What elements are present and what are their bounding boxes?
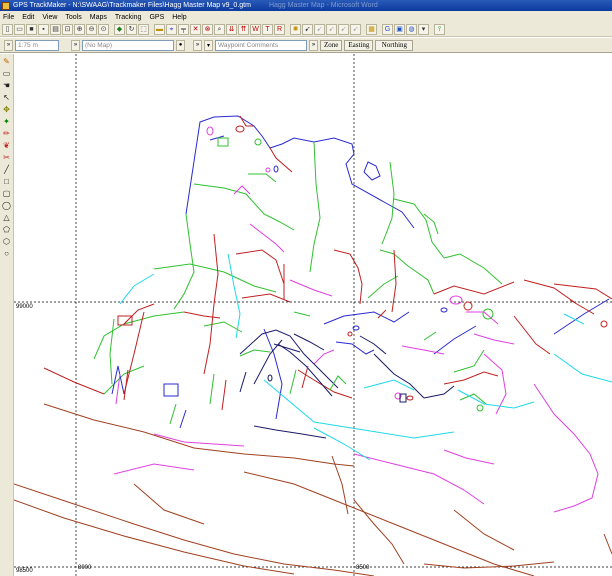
- grid-label-y-99000: 99000: [16, 304, 33, 310]
- brown-tracks: [14, 403, 612, 576]
- measure-icon[interactable]: ⌖: [166, 24, 177, 35]
- gps-receive-icon[interactable]: ⇊: [226, 24, 237, 35]
- menu-help[interactable]: Help: [172, 14, 186, 21]
- menu-tools[interactable]: Tools: [65, 14, 81, 21]
- cyan-tracks: [119, 253, 612, 461]
- secondary-toolbar: » 1:75 m » (No Map) ● » ▾ Waypoint Comme…: [0, 38, 612, 53]
- split-icon[interactable]: ✂: [1, 152, 12, 163]
- gps-waypoints-icon[interactable]: W: [250, 24, 261, 35]
- comments-arrow-icon[interactable]: »: [193, 39, 202, 51]
- zone-header: Zone: [320, 39, 343, 51]
- open-folder-icon[interactable]: ▭: [14, 24, 25, 35]
- pencil-icon[interactable]: ✎: [1, 56, 12, 67]
- draw-track-icon[interactable]: ✏: [1, 128, 12, 139]
- northing-header: Northing: [375, 39, 414, 51]
- red-tracks: [43, 115, 612, 399]
- zoom-window-icon[interactable]: ⊙: [98, 24, 109, 35]
- menu-edit[interactable]: Edit: [22, 14, 34, 21]
- title-bar: GPS TrackMaker - N:\SWAAG\Trackmaker Fil…: [0, 0, 612, 11]
- monitor-icon[interactable]: ▣: [394, 24, 405, 35]
- satellite-icon[interactable]: ✺: [290, 24, 301, 35]
- waypoint-comments-field[interactable]: Waypoint Comments: [215, 39, 307, 51]
- green-tracks: [93, 141, 503, 405]
- map-drawing: [14, 54, 612, 576]
- rounded-rectangle-icon[interactable]: ▢: [1, 188, 12, 199]
- zoom-track-icon[interactable]: ⊗: [202, 24, 213, 35]
- zoom-fit-icon[interactable]: ⊡: [62, 24, 73, 35]
- easting-header: Easting: [344, 39, 374, 51]
- waypoint-icon[interactable]: ◆: [114, 24, 125, 35]
- zoom-out-icon[interactable]: ⊖: [86, 24, 97, 35]
- circle-icon[interactable]: ○: [1, 248, 12, 259]
- disabled-tool-1-icon: ➹: [314, 24, 325, 35]
- grid-lines: [14, 54, 612, 576]
- map-select-field[interactable]: (No Map): [82, 39, 174, 51]
- map-arrow-icon[interactable]: »: [71, 39, 80, 51]
- hand-icon[interactable]: ☚: [1, 80, 12, 91]
- gps-tracks-icon[interactable]: T: [262, 24, 273, 35]
- erase-icon[interactable]: ✕: [190, 24, 201, 35]
- menu-bar: File Edit View Tools Maps Tracking GPS H…: [0, 11, 612, 23]
- dropdown-arrow-icon[interactable]: ▾: [418, 24, 429, 35]
- new-file-icon[interactable]: ▯: [2, 24, 13, 35]
- tracking-icon[interactable]: ➹: [302, 24, 313, 35]
- print-icon[interactable]: ▤: [50, 24, 61, 35]
- folder-map-icon[interactable]: ▬: [154, 24, 165, 35]
- ellipse-icon[interactable]: ◯: [1, 200, 12, 211]
- pentagon-icon[interactable]: ⬠: [1, 224, 12, 235]
- gps-trackmaker-window: GPS TrackMaker - N:\SWAAG\Trackmaker Fil…: [0, 0, 612, 576]
- magenta-tracks: [113, 185, 599, 513]
- map-options-icon[interactable]: ●: [176, 39, 185, 51]
- menu-tracking[interactable]: Tracking: [115, 14, 142, 21]
- globe-icon[interactable]: ◍: [406, 24, 417, 35]
- blue-tracks: [185, 115, 610, 420]
- google-earth-icon[interactable]: G: [382, 24, 393, 35]
- coords-arrow-icon[interactable]: »: [309, 39, 318, 51]
- scale-field[interactable]: 1:75 m: [15, 39, 59, 51]
- navy-tracks: [239, 329, 455, 439]
- scale-arrow-icon[interactable]: »: [4, 39, 13, 51]
- track-icon[interactable]: ⬚: [138, 24, 149, 35]
- select-rectangle-icon[interactable]: ▭: [1, 68, 12, 79]
- grid-label-x-8000: 8000: [78, 565, 92, 571]
- move-icon[interactable]: ✥: [1, 104, 12, 115]
- ghost-title: Hagg Master Map - Microsoft Word: [268, 2, 378, 9]
- grid-label-y-98500: 98500: [16, 568, 33, 574]
- hexagon-icon[interactable]: ⬡: [1, 236, 12, 247]
- app-icon: [2, 1, 10, 10]
- pin-icon[interactable]: ⫯: [434, 24, 445, 35]
- paint-icon[interactable]: ❦: [1, 140, 12, 151]
- menu-file[interactable]: File: [3, 14, 14, 21]
- save-as-icon[interactable]: ▪: [38, 24, 49, 35]
- rectangle-icon[interactable]: □: [1, 176, 12, 187]
- window-title: GPS TrackMaker - N:\SWAAG\Trackmaker Fil…: [13, 2, 251, 9]
- gps-send-icon[interactable]: ⇈: [238, 24, 249, 35]
- main-toolbar: ▯ ▭ ■ ▪ ▤ ⊡ ⊕ ⊖ ⊙ ◆ ↻ ⬚ ▬ ⌖ ╤ ✕ ⊗ ⌕ ⇊ ⇈ …: [0, 23, 612, 37]
- pointer-icon[interactable]: ↖: [1, 92, 12, 103]
- grid-label-x-8500: 8500: [356, 565, 370, 571]
- comments-dropdown-icon[interactable]: ▾: [204, 39, 213, 51]
- menu-gps[interactable]: GPS: [149, 14, 164, 21]
- line-icon[interactable]: ╱: [1, 164, 12, 175]
- disabled-tool-4-icon: ➹: [350, 24, 361, 35]
- small-features: [111, 125, 608, 429]
- menu-maps[interactable]: Maps: [90, 14, 107, 21]
- ruler-icon[interactable]: ╤: [178, 24, 189, 35]
- zoom-in-icon[interactable]: ⊕: [74, 24, 85, 35]
- disabled-tool-2-icon: ➹: [326, 24, 337, 35]
- satellite-view-icon[interactable]: ▦: [366, 24, 377, 35]
- menu-view[interactable]: View: [42, 14, 57, 21]
- search-icon[interactable]: ⌕: [214, 24, 225, 35]
- gps-routes-icon[interactable]: R: [274, 24, 285, 35]
- disabled-tool-3-icon: ➹: [338, 24, 349, 35]
- drawing-toolbox: ✎ ▭ ☚ ↖ ✥ ✦ ✏ ❦ ✂ ╱ □ ▢ ◯ △ ⬠ ⬡ ○: [0, 54, 14, 576]
- map-canvas[interactable]: 99000 98500 8000 8500: [14, 54, 612, 576]
- edit-vertex-icon[interactable]: ✦: [1, 116, 12, 127]
- triangle-icon[interactable]: △: [1, 212, 12, 223]
- route-icon[interactable]: ↻: [126, 24, 137, 35]
- save-icon[interactable]: ■: [26, 24, 37, 35]
